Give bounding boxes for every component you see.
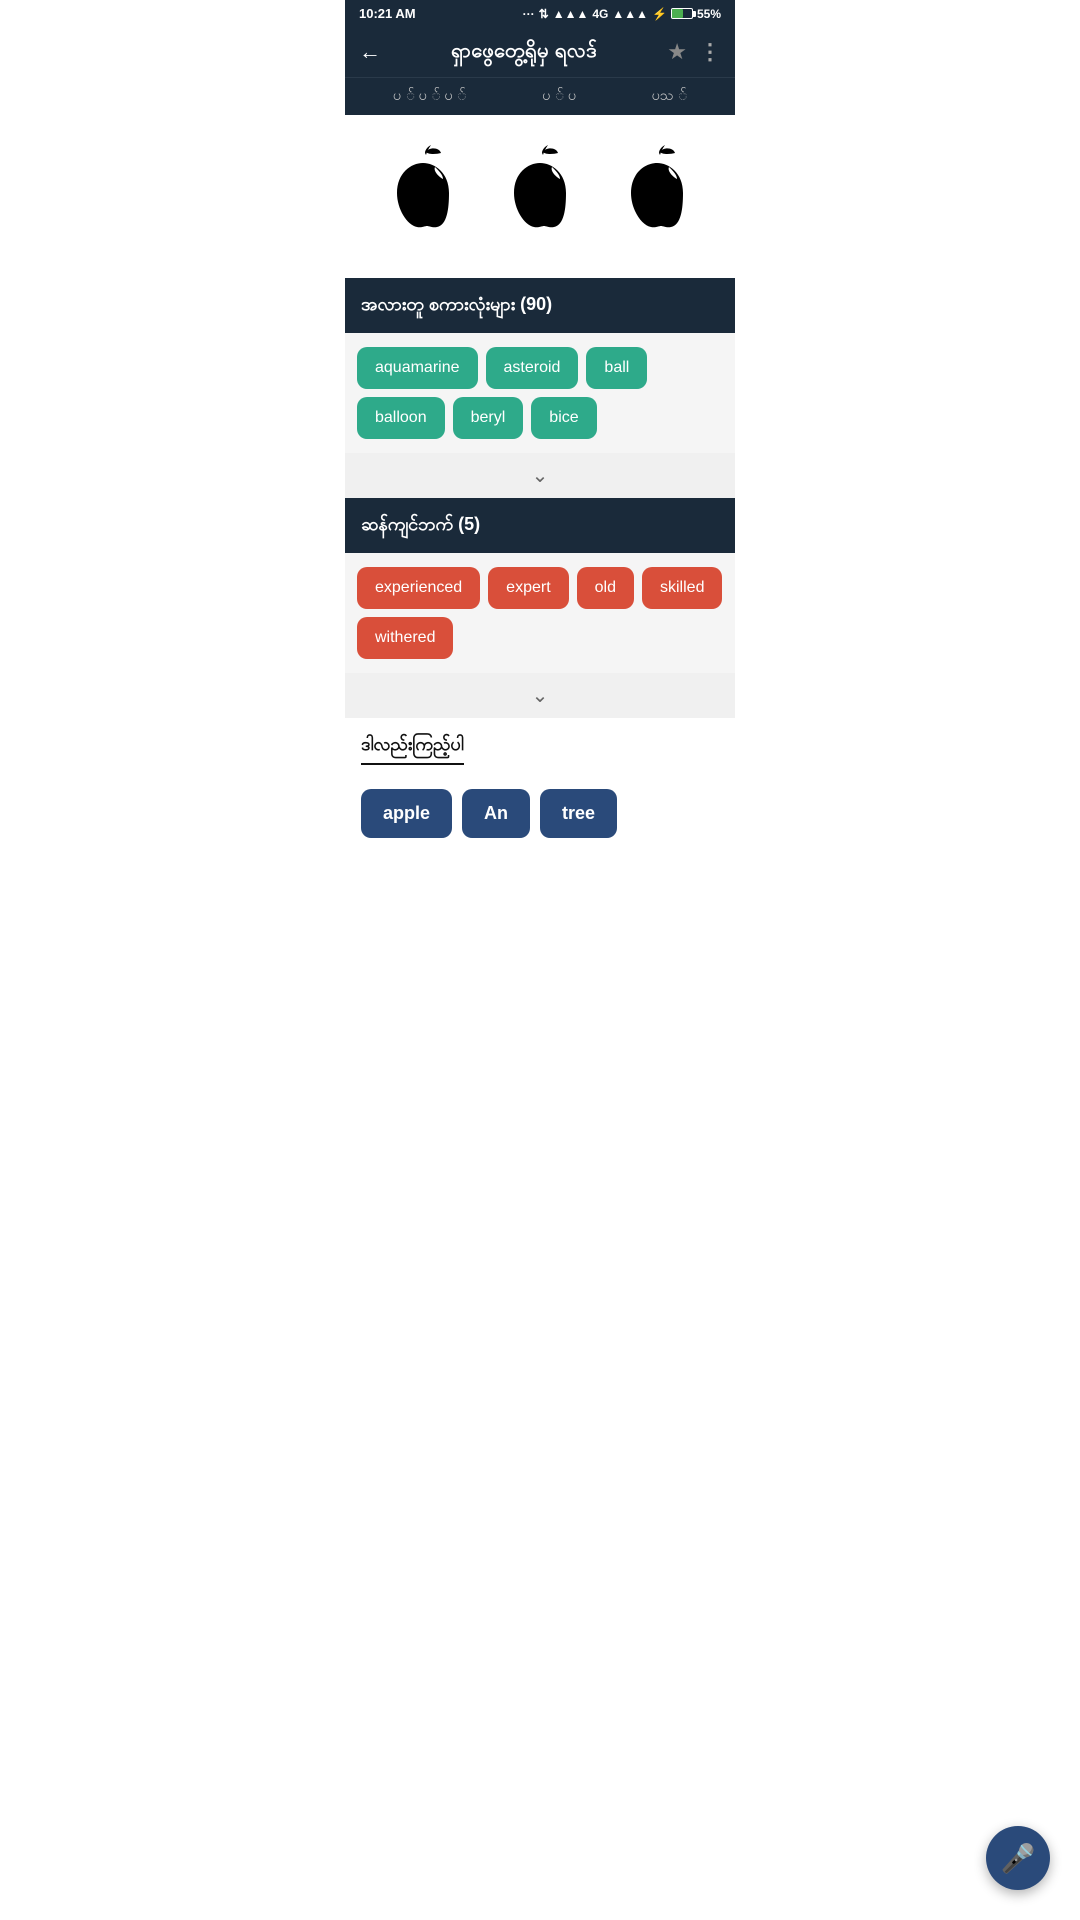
status-time: 10:21 AM xyxy=(359,6,416,21)
status-bar: 10:21 AM ··· ⇅ ▲▲▲ 4G ▲▲▲ ⚡ 55% xyxy=(345,0,735,27)
battery-percent: 55% xyxy=(697,7,721,21)
menu-button[interactable]: ⋮ xyxy=(699,41,721,63)
tag-skilled[interactable]: skilled xyxy=(642,567,722,609)
signal-arrows: ⇅ xyxy=(539,7,549,21)
synonym-section-title: ဆန်ကျင်ဘက် (5) xyxy=(361,514,480,534)
signal-bars: ▲▲▲ xyxy=(553,7,589,21)
battery xyxy=(671,8,693,19)
bottom-words-row: apple An tree xyxy=(361,779,719,918)
proverbs-section: ဒါလည်းကြည့်ပါ apple An tree xyxy=(345,718,735,922)
word-tree[interactable]: tree xyxy=(540,789,617,838)
word-apple[interactable]: apple xyxy=(361,789,452,838)
subnav-item-1[interactable]: ပ ် ပ ် ပ ် xyxy=(393,86,466,107)
chevron-down-icon-2: ⌄ xyxy=(532,683,549,708)
app-header: ← ရှာဖွေတွေ့ရိုမှ ရလဒ် ★ ⋮ xyxy=(345,27,735,77)
apple-icon-3 xyxy=(617,145,697,248)
header-title: ရှာဖွေတွေ့ရိုမှ ရလဒ် xyxy=(393,37,655,67)
tag-old[interactable]: old xyxy=(577,567,634,609)
signal-bars-2: ▲▲▲ xyxy=(612,7,648,21)
charging-icon: ⚡ xyxy=(652,7,667,21)
related-tags-container: aquamarine asteroid ball balloon beryl b… xyxy=(345,333,735,453)
status-right: ··· ⇅ ▲▲▲ 4G ▲▲▲ ⚡ 55% xyxy=(523,7,721,21)
synonym-tags-row: experienced expert old skilled withered xyxy=(357,567,723,659)
tag-beryl[interactable]: beryl xyxy=(453,397,524,439)
apple-icon-1 xyxy=(383,145,463,248)
tag-aquamarine[interactable]: aquamarine xyxy=(357,347,478,389)
tag-balloon[interactable]: balloon xyxy=(357,397,445,439)
mic-icon: 🎤 xyxy=(1001,1842,1036,1875)
apple-icons-area xyxy=(345,115,735,278)
subnav-item-2[interactable]: ပ ် ပ xyxy=(542,86,576,107)
tag-experienced[interactable]: experienced xyxy=(357,567,480,609)
tag-withered[interactable]: withered xyxy=(357,617,453,659)
related-section-title: အလားတူ စကားလုံးများ (90) xyxy=(361,294,552,314)
sub-navigation: ပ ် ပ ် ပ ် ပ ် ပ ပသ ် xyxy=(345,77,735,115)
related-tags-row: aquamarine asteroid ball balloon beryl b… xyxy=(357,347,723,439)
subnav-item-3[interactable]: ပသ ် xyxy=(652,86,687,107)
star-button[interactable]: ★ xyxy=(667,39,687,65)
tag-ball[interactable]: ball xyxy=(586,347,647,389)
network-type: 4G xyxy=(592,7,608,21)
synonym-section-header: ဆန်ကျင်ဘက် (5) xyxy=(345,498,735,553)
synonym-expand-button[interactable]: ⌄ xyxy=(345,673,735,718)
back-button[interactable]: ← xyxy=(359,39,381,65)
apple-icon-2 xyxy=(500,145,580,248)
chevron-down-icon: ⌄ xyxy=(532,463,549,488)
word-an[interactable]: An xyxy=(462,789,530,838)
related-expand-button[interactable]: ⌄ xyxy=(345,453,735,498)
tag-bice[interactable]: bice xyxy=(531,397,596,439)
signal-dots: ··· xyxy=(523,7,535,21)
mic-fab-button[interactable]: 🎤 xyxy=(986,1826,1050,1890)
proverbs-title: ဒါလည်းကြည့်ပါ xyxy=(361,732,464,765)
tag-asteroid[interactable]: asteroid xyxy=(486,347,579,389)
synonym-tags-container: experienced expert old skilled withered xyxy=(345,553,735,673)
related-section-header: အလားတူ စကားလုံးများ (90) xyxy=(345,278,735,333)
tag-expert[interactable]: expert xyxy=(488,567,568,609)
